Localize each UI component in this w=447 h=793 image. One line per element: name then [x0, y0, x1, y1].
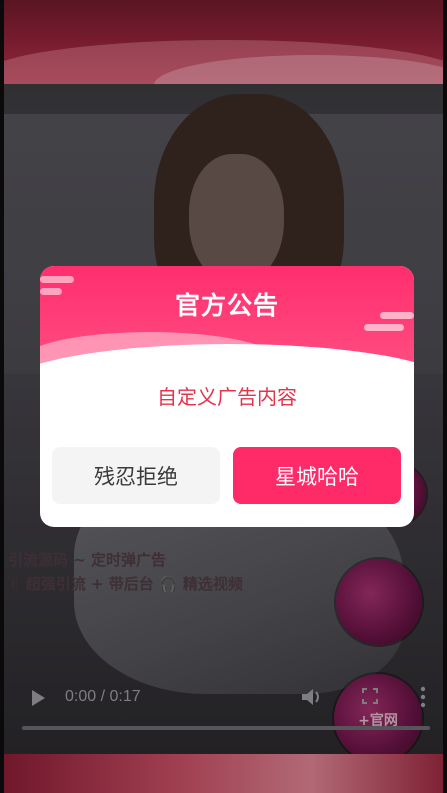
page: 引流源码 ~ 定时弹广告 ✌ 超强引流 + 带后台 🎧 精选视频 +官网 0:0… — [0, 0, 447, 793]
dialog-header: 官方公告 — [40, 266, 414, 376]
dialog-message: 自定义广告内容 — [157, 385, 297, 409]
accept-button[interactable]: 星城哈哈 — [233, 447, 401, 504]
reject-button[interactable]: 残忍拒绝 — [52, 447, 220, 504]
announcement-dialog: 官方公告 自定义广告内容 残忍拒绝 星城哈哈 — [40, 266, 414, 527]
dialog-title: 官方公告 — [174, 291, 279, 320]
